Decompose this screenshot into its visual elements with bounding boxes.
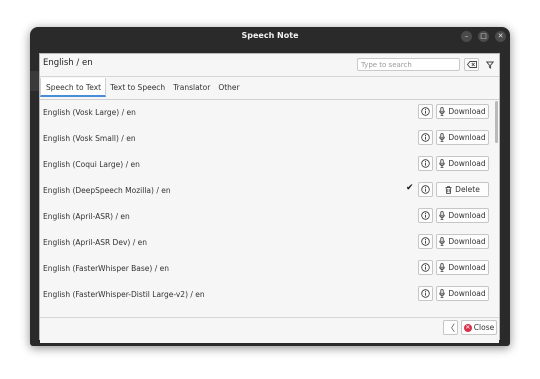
- list-item: English (April-ASR Dev) / en Download: [40, 230, 490, 256]
- info-button[interactable]: [418, 182, 433, 197]
- delete-label: Delete: [455, 185, 480, 194]
- model-name: English (Vosk Small) / en: [43, 134, 136, 143]
- info-button[interactable]: [418, 156, 433, 171]
- download-label: Download: [448, 289, 486, 298]
- trash-icon: [445, 185, 452, 194]
- info-icon: [421, 263, 430, 272]
- download-label: Download: [448, 107, 486, 116]
- tab-bar: Speech to Text Text to Speech Translator…: [40, 78, 244, 98]
- list-item: English (FasterWhisper-Distil Large-v2) …: [40, 282, 490, 308]
- model-name: English (DeepSpeech Mozilla) / en: [43, 186, 171, 195]
- info-icon: [421, 159, 430, 168]
- info-button[interactable]: [418, 208, 433, 223]
- info-icon: [421, 289, 430, 298]
- list-item: English (April-ASR) / en Download: [40, 204, 490, 230]
- microphone-icon: [439, 159, 446, 168]
- microphone-icon: [439, 289, 446, 298]
- download-button[interactable]: Download: [436, 260, 489, 275]
- footer-divider: [40, 317, 499, 318]
- delete-button[interactable]: Delete: [436, 182, 489, 197]
- list-item: English (FasterWhisper Base) / en Downlo…: [40, 256, 490, 282]
- list-item: English (Vosk Small) / en Download: [40, 126, 490, 152]
- list-item: English (Coqui Large) / en Download: [40, 152, 490, 178]
- info-icon: [421, 211, 430, 220]
- download-label: Download: [448, 263, 486, 272]
- list-scrollbar[interactable]: [495, 101, 498, 143]
- minimize-button[interactable]: –: [461, 31, 472, 42]
- chevron-left-icon: 〈: [445, 324, 455, 334]
- close-window-button[interactable]: ✕: [495, 31, 506, 42]
- window-title: Speech Note: [241, 31, 299, 40]
- info-button[interactable]: [418, 234, 433, 249]
- microphone-icon: [439, 133, 446, 142]
- models-dialog: English / en Speech to Text Text to Spee…: [39, 53, 500, 343]
- info-button[interactable]: [418, 104, 433, 119]
- clear-search-button[interactable]: [464, 58, 479, 71]
- model-name: English (Vosk Large) / en: [43, 108, 136, 117]
- info-icon: [421, 237, 430, 246]
- download-button[interactable]: Download: [436, 208, 489, 223]
- download-label: Download: [448, 133, 486, 142]
- download-label: Download: [448, 211, 486, 220]
- list-item: English (Vosk Large) / en Download: [40, 100, 490, 126]
- download-button[interactable]: Download: [436, 130, 489, 145]
- info-icon: [421, 133, 430, 142]
- list-item: English (DeepSpeech Mozilla) / en ✔ Dele…: [40, 178, 490, 204]
- download-button[interactable]: Download: [436, 104, 489, 119]
- installed-check-icon: ✔: [406, 183, 414, 193]
- info-button[interactable]: [418, 130, 433, 145]
- info-button[interactable]: [418, 286, 433, 301]
- close-icon: ✕: [463, 323, 472, 332]
- microphone-icon: [439, 211, 446, 220]
- dialog-title: English / en: [43, 58, 93, 68]
- tab-translator[interactable]: Translator: [169, 78, 214, 97]
- info-icon: [421, 185, 430, 194]
- model-name: English (April-ASR Dev) / en: [43, 238, 147, 247]
- download-button[interactable]: Download: [436, 234, 489, 249]
- close-button[interactable]: ✕ Close: [461, 320, 497, 335]
- download-label: Download: [448, 159, 486, 168]
- download-button[interactable]: Download: [436, 286, 489, 301]
- download-button[interactable]: Download: [436, 156, 489, 171]
- tab-speech-to-text[interactable]: Speech to Text: [40, 78, 107, 97]
- microphone-icon: [439, 237, 446, 246]
- background-panel: [30, 71, 39, 91]
- title-bar[interactable]: Speech Note – □ ✕: [30, 27, 510, 47]
- model-name: English (April-ASR) / en: [43, 212, 130, 221]
- download-label: Download: [448, 237, 486, 246]
- tab-text-to-speech[interactable]: Text to Speech: [106, 78, 169, 97]
- model-name: English (FasterWhisper-Distil Large-v2) …: [43, 290, 205, 299]
- back-button[interactable]: 〈: [443, 320, 458, 335]
- microphone-icon: [439, 107, 446, 116]
- backspace-icon: [466, 61, 477, 68]
- model-name: English (Coqui Large) / en: [43, 160, 140, 169]
- microphone-icon: [439, 263, 446, 272]
- tab-other[interactable]: Other: [214, 78, 243, 97]
- model-name: English (FasterWhisper Base) / en: [43, 264, 170, 273]
- info-button[interactable]: [418, 260, 433, 275]
- close-label: Close: [473, 323, 495, 332]
- filter-button[interactable]: [483, 58, 496, 71]
- search-input[interactable]: [357, 58, 460, 71]
- models-list[interactable]: English (Vosk Large) / en Download Engli…: [40, 99, 499, 343]
- info-icon: [421, 107, 430, 116]
- app-window: Speech Note – □ ✕ English / en Speech to…: [30, 27, 510, 346]
- maximize-button[interactable]: □: [478, 31, 489, 42]
- filter-icon: [485, 61, 494, 69]
- header-divider: [40, 76, 499, 77]
